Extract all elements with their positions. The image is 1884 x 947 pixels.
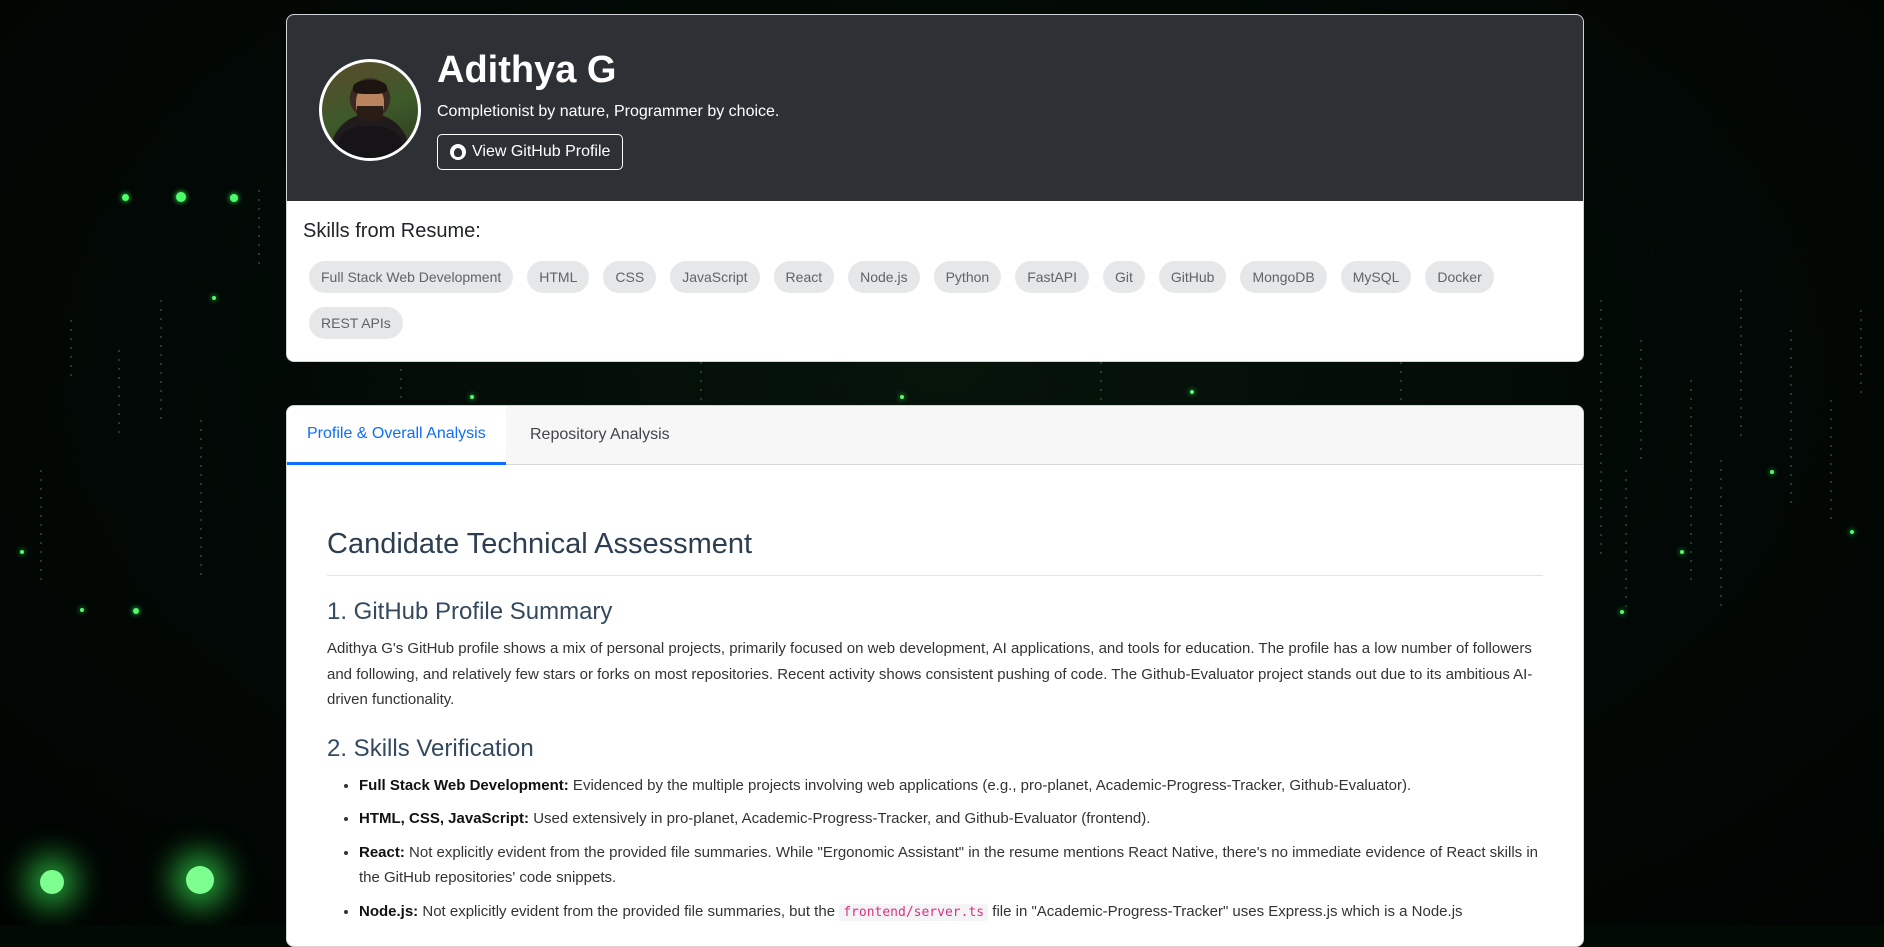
- view-github-profile-label: View GitHub Profile: [472, 143, 611, 160]
- skill-chip: React: [773, 261, 835, 293]
- skills-verification-list: Full Stack Web Development: Evidenced by…: [327, 773, 1543, 926]
- profile-name: Adithya G: [437, 49, 617, 91]
- skill-chip: MongoDB: [1240, 261, 1327, 293]
- skill-chip: GitHub: [1158, 261, 1227, 293]
- skill-chip: JavaScript: [670, 261, 760, 293]
- skills-chip-list: Full Stack Web Development HTML CSS Java…: [303, 261, 1567, 339]
- skill-chip: Docker: [1425, 261, 1494, 293]
- profile-summary-text: Adithya G's GitHub profile shows a mix o…: [327, 640, 1533, 708]
- skill-chip: MySQL: [1340, 261, 1412, 293]
- skill-chip: Git: [1102, 261, 1145, 293]
- section-heading: 2. Skills Verification: [327, 734, 534, 762]
- view-github-profile-button[interactable]: View GitHub Profile: [437, 134, 624, 170]
- skills-section: Skills from Resume: Full Stack Web Devel…: [287, 201, 1583, 339]
- profile-card: Adithya G Completionist by nature, Progr…: [286, 14, 1584, 362]
- skill-chip: HTML: [527, 261, 590, 293]
- assessment-content: Candidate Technical Assessment 1. GitHub…: [287, 528, 1583, 925]
- skill-chip: Python: [933, 261, 1002, 293]
- analysis-card: Profile & Overall Analysis Repository An…: [286, 405, 1584, 947]
- list-item: Full Stack Web Development: Evidenced by…: [359, 773, 1543, 799]
- skill-chip: CSS: [603, 261, 657, 293]
- list-item: React: Not explicitly evident from the p…: [359, 840, 1543, 891]
- tab-bar: Profile & Overall Analysis Repository An…: [287, 406, 1583, 465]
- list-item: HTML, CSS, JavaScript: Used extensively …: [359, 806, 1543, 832]
- skill-chip: Full Stack Web Development: [309, 261, 514, 293]
- assessment-title: Candidate Technical Assessment: [327, 528, 1543, 576]
- skill-chip: REST APIs: [309, 307, 403, 339]
- github-icon: [450, 144, 466, 160]
- skill-chip: Node.js: [848, 261, 920, 293]
- file-path-code: frontend/server.ts: [839, 903, 989, 921]
- profile-header: Adithya G Completionist by nature, Progr…: [287, 15, 1583, 201]
- tab-profile-overall-analysis[interactable]: Profile & Overall Analysis: [287, 406, 506, 465]
- avatar: [319, 59, 421, 161]
- skills-title: Skills from Resume:: [303, 220, 481, 242]
- tab-repository-analysis[interactable]: Repository Analysis: [510, 406, 690, 465]
- list-item: Node.js: Not explicitly evident from the…: [359, 899, 1543, 926]
- profile-tagline: Completionist by nature, Programmer by c…: [437, 103, 780, 120]
- skill-chip: FastAPI: [1015, 261, 1089, 293]
- section-heading: 1. GitHub Profile Summary: [327, 598, 613, 625]
